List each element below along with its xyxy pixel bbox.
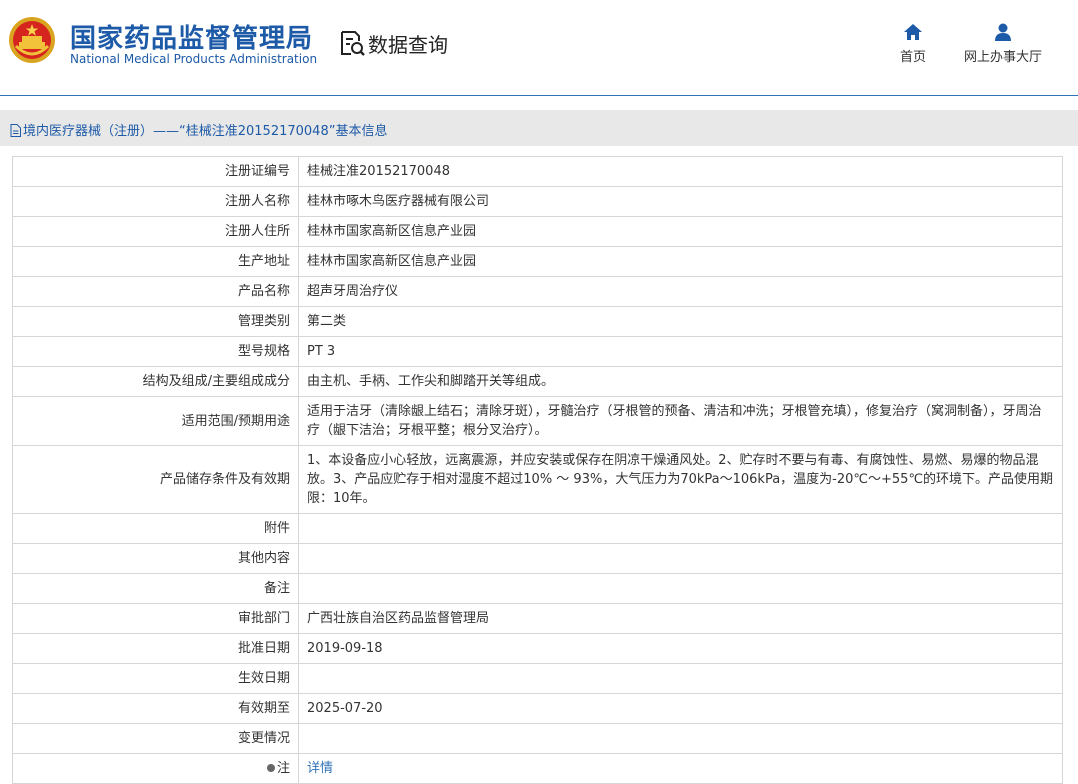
site-header: 国家药品监督管理局 National Medical Products Admi…: [0, 0, 1078, 96]
row-label: 产品名称: [12, 276, 299, 307]
table-row: 适用范围/预期用途 适用于洁牙（清除龈上结石；清除牙斑），牙髓治疗（牙根管的预备、…: [12, 396, 1063, 446]
row-label: 生产地址: [12, 246, 299, 277]
site-title: 国家药品监督管理局: [70, 24, 314, 53]
table-row: 产品储存条件及有效期 1、本设备应小心轻放，远离震源，并应安装或保存在阴凉干燥通风…: [12, 445, 1063, 514]
home-icon: [904, 24, 922, 40]
row-label: 注册证编号: [12, 156, 299, 187]
row-label: 批准日期: [12, 633, 299, 664]
row-label: 生效日期: [12, 663, 299, 694]
row-value: 适用于洁牙（清除龈上结石；清除牙斑），牙髓治疗（牙根管的预备、清洁和冲洗；牙根管…: [298, 396, 1063, 446]
nav-home-label: 首页: [899, 50, 926, 65]
row-label: 结构及组成/主要组成成分: [12, 366, 299, 397]
row-value: 2019-09-18: [298, 633, 1063, 664]
table-row: 其他内容: [12, 543, 1063, 574]
table-row-note: 注 详情: [12, 753, 1063, 784]
row-value: 1、本设备应小心轻放，远离震源，并应安装或保存在阴凉干燥通风处。2、贮存时不要与…: [298, 445, 1063, 514]
note-label: 注: [276, 761, 290, 776]
nav-home[interactable]: 首页: [895, 22, 931, 65]
table-row: 注册人名称 桂林市啄木鸟医疗器械有限公司: [12, 186, 1063, 217]
table-row: 注册人住所 桂林市国家高新区信息产业园: [12, 216, 1063, 247]
row-value: [298, 663, 1063, 694]
row-label: 管理类别: [12, 306, 299, 337]
site-subtitle: National Medical Products Administration: [70, 52, 318, 66]
data-query-link[interactable]: 数据查询: [338, 28, 448, 58]
nav-online-hall[interactable]: 网上办事大厅: [962, 22, 1044, 65]
row-value: PT 3: [298, 336, 1063, 367]
table-row: 审批部门 广西壮族自治区药品监督管理局: [12, 603, 1063, 634]
table-row: 型号规格 PT 3: [12, 336, 1063, 367]
table-row: 附件: [12, 513, 1063, 544]
note-label-cell: 注: [12, 753, 299, 784]
breadcrumb-bar: 境内医疗器械（注册）——“桂械注准20152170048”基本信息: [0, 110, 1078, 146]
note-value-cell: 详情: [298, 753, 1063, 784]
row-label: 型号规格: [12, 336, 299, 367]
row-value: [298, 513, 1063, 544]
row-value: 桂林市国家高新区信息产业园: [298, 216, 1063, 247]
row-value: 桂林市啄木鸟医疗器械有限公司: [298, 186, 1063, 217]
row-label: 产品储存条件及有效期: [12, 445, 299, 514]
row-label: 审批部门: [12, 603, 299, 634]
row-value: 桂械注准20152170048: [298, 156, 1063, 187]
table-row: 变更情况: [12, 723, 1063, 754]
row-value: 第二类: [298, 306, 1063, 337]
table-row: 结构及组成/主要组成成分 由主机、手柄、工作尖和脚踏开关等组成。: [12, 366, 1063, 397]
table-row: 有效期至 2025-07-20: [12, 693, 1063, 724]
row-value: [298, 543, 1063, 574]
table-row: 注册证编号 桂械注准20152170048: [12, 156, 1063, 187]
national-emblem-icon: [9, 17, 55, 63]
row-label: 备注: [12, 573, 299, 604]
row-label: 附件: [12, 513, 299, 544]
user-icon: [995, 23, 1011, 41]
row-label: 有效期至: [12, 693, 299, 724]
data-query-label: 数据查询: [368, 32, 448, 57]
row-value: [298, 723, 1063, 754]
table-row: 生效日期: [12, 663, 1063, 694]
breadcrumb: 境内医疗器械（注册）——“桂械注准20152170048”基本信息: [10, 120, 387, 139]
row-label: 适用范围/预期用途: [12, 396, 299, 446]
table-row: 管理类别 第二类: [12, 306, 1063, 337]
row-value: 2025-07-20: [298, 693, 1063, 724]
row-label: 注册人名称: [12, 186, 299, 217]
detail-link[interactable]: 详情: [307, 761, 333, 776]
row-label: 其他内容: [12, 543, 299, 574]
table-row: 批准日期 2019-09-18: [12, 633, 1063, 664]
table-row: 生产地址 桂林市国家高新区信息产业园: [12, 246, 1063, 277]
nav-online-hall-label: 网上办事大厅: [963, 50, 1042, 65]
row-value: 超声牙周治疗仪: [298, 276, 1063, 307]
row-value: [298, 573, 1063, 604]
registration-info-table: 注册证编号 桂械注准20152170048 注册人名称 桂林市啄木鸟医疗器械有限公司…: [12, 156, 1063, 784]
row-value: 由主机、手柄、工作尖和脚踏开关等组成。: [298, 366, 1063, 397]
bullet-dot-icon: [266, 764, 275, 772]
document-icon: [10, 124, 21, 137]
breadcrumb-text: 境内医疗器械（注册）——“桂械注准20152170048”基本信息: [23, 124, 388, 139]
row-label: 变更情况: [12, 723, 299, 754]
row-label: 注册人住所: [12, 216, 299, 247]
table-row: 产品名称 超声牙周治疗仪: [12, 276, 1063, 307]
row-value: 广西壮族自治区药品监督管理局: [298, 603, 1063, 634]
table-row: 备注: [12, 573, 1063, 604]
row-value: 桂林市国家高新区信息产业园: [298, 246, 1063, 277]
document-search-icon: [341, 31, 365, 56]
